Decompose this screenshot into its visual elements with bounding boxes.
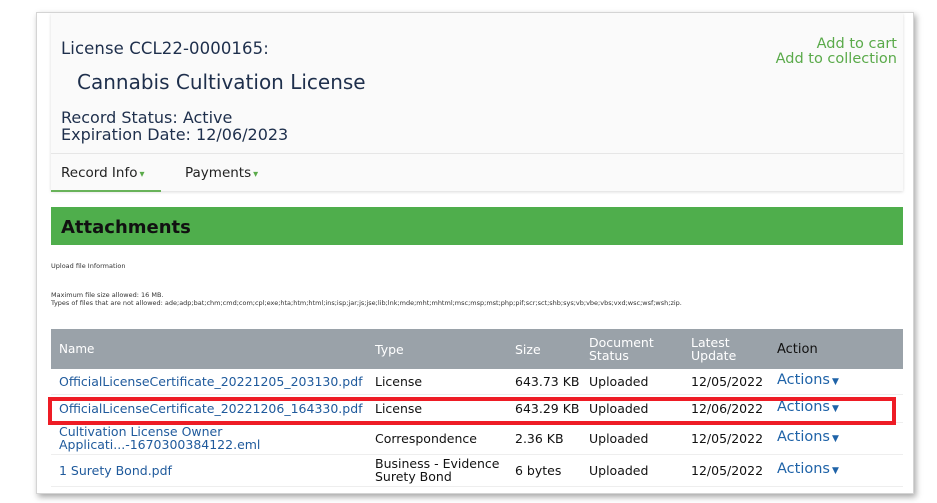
column-header-type[interactable]: Type: [367, 329, 507, 369]
caret-down-icon: ▼: [831, 465, 839, 476]
file-size: 6 bytes: [515, 462, 562, 478]
license-type-title: Cannabis Cultivation License: [77, 70, 366, 94]
add-to-collection-link[interactable]: Add to collection: [776, 52, 897, 67]
table-row: 1 Surety Bond.pdf Business - Evidence Su…: [51, 454, 903, 486]
file-size: 2.36 KB: [515, 430, 564, 446]
record-status-block: Record Status: Active Expiration Date: 1…: [61, 109, 288, 143]
file-type: Business - Evidence Surety Bond: [367, 454, 507, 486]
column-header-action: Action: [777, 341, 818, 357]
attachments-section-title: Attachments: [51, 207, 903, 245]
record-detail-panel: License CCL22-0000165: Cannabis Cultivat…: [36, 12, 914, 494]
table-header-row: Name Type Size Document Status Latest Up…: [51, 329, 903, 369]
caret-down-icon: ▾: [253, 169, 259, 180]
disallowed-types-text: Types of files that are not allowed: ade…: [51, 299, 682, 307]
caret-down-icon: ▼: [831, 433, 839, 444]
file-name-line2: Applicati...-1670300384122.eml: [59, 437, 261, 452]
tab-payments[interactable]: Payments ▾: [185, 154, 258, 192]
max-size-text: Maximum file size allowed: 16 MB.: [51, 291, 164, 299]
actions-dropdown[interactable]: Actions ▼: [769, 369, 903, 394]
caret-down-icon: ▾: [139, 169, 145, 180]
actions-label: Actions: [777, 428, 830, 445]
file-type: License: [375, 373, 423, 389]
file-type-line2: Surety Bond: [375, 469, 452, 484]
file-size: 643.73 KB: [515, 373, 580, 389]
caret-down-icon: ▼: [831, 376, 839, 387]
highlight-box: [48, 397, 896, 425]
record-status: Record Status: Active: [61, 108, 233, 127]
column-header-latest-update[interactable]: Latest Update: [683, 329, 769, 369]
file-name-link[interactable]: OfficialLicenseCertificate_20221205_2031…: [51, 369, 367, 394]
license-number: License CCL22-0000165:: [61, 39, 269, 58]
document-status: Uploaded: [589, 373, 649, 389]
column-header-name[interactable]: Name: [51, 329, 367, 369]
latest-update: 12/05/2022: [691, 430, 764, 446]
actions-label: Actions: [777, 371, 830, 388]
actions-dropdown[interactable]: Actions ▼: [769, 454, 903, 486]
actions-label: Actions: [777, 460, 830, 477]
document-status: Uploaded: [589, 462, 649, 478]
upload-info-label: Upload file Information: [51, 262, 126, 270]
column-header-document-status-line2: Status: [589, 348, 629, 363]
document-status: Uploaded: [589, 430, 649, 446]
column-header-size[interactable]: Size: [507, 329, 581, 369]
file-name-link[interactable]: Cultivation License Owner Applicati...-1…: [51, 422, 367, 454]
table-row: OfficialLicenseCertificate_20221205_2031…: [51, 369, 903, 394]
file-type: Correspondence: [375, 430, 477, 446]
latest-update: 12/05/2022: [691, 462, 764, 478]
expiration-date: Expiration Date: 12/06/2023: [61, 125, 289, 144]
actions-dropdown[interactable]: Actions ▼: [769, 422, 903, 454]
record-header: License CCL22-0000165: Cannabis Cultivat…: [51, 13, 903, 192]
tab-payments-label: Payments: [185, 165, 252, 181]
tab-record-info[interactable]: Record Info ▾: [51, 154, 161, 192]
cart-links: Add to cart Add to collection: [776, 37, 897, 67]
tab-record-info-label: Record Info: [61, 165, 138, 181]
column-header-latest-update-line2: Update: [691, 348, 737, 363]
latest-update: 12/05/2022: [691, 373, 764, 389]
table-row: Cultivation License Owner Applicati...-1…: [51, 422, 903, 454]
attachments-heading: Attachments: [61, 217, 191, 238]
file-name-link[interactable]: 1 Surety Bond.pdf: [51, 454, 367, 486]
add-to-cart-link[interactable]: Add to cart: [776, 37, 897, 52]
record-tabs: Record Info ▾ Payments ▾: [51, 153, 903, 192]
column-header-document-status[interactable]: Document Status: [581, 329, 683, 369]
